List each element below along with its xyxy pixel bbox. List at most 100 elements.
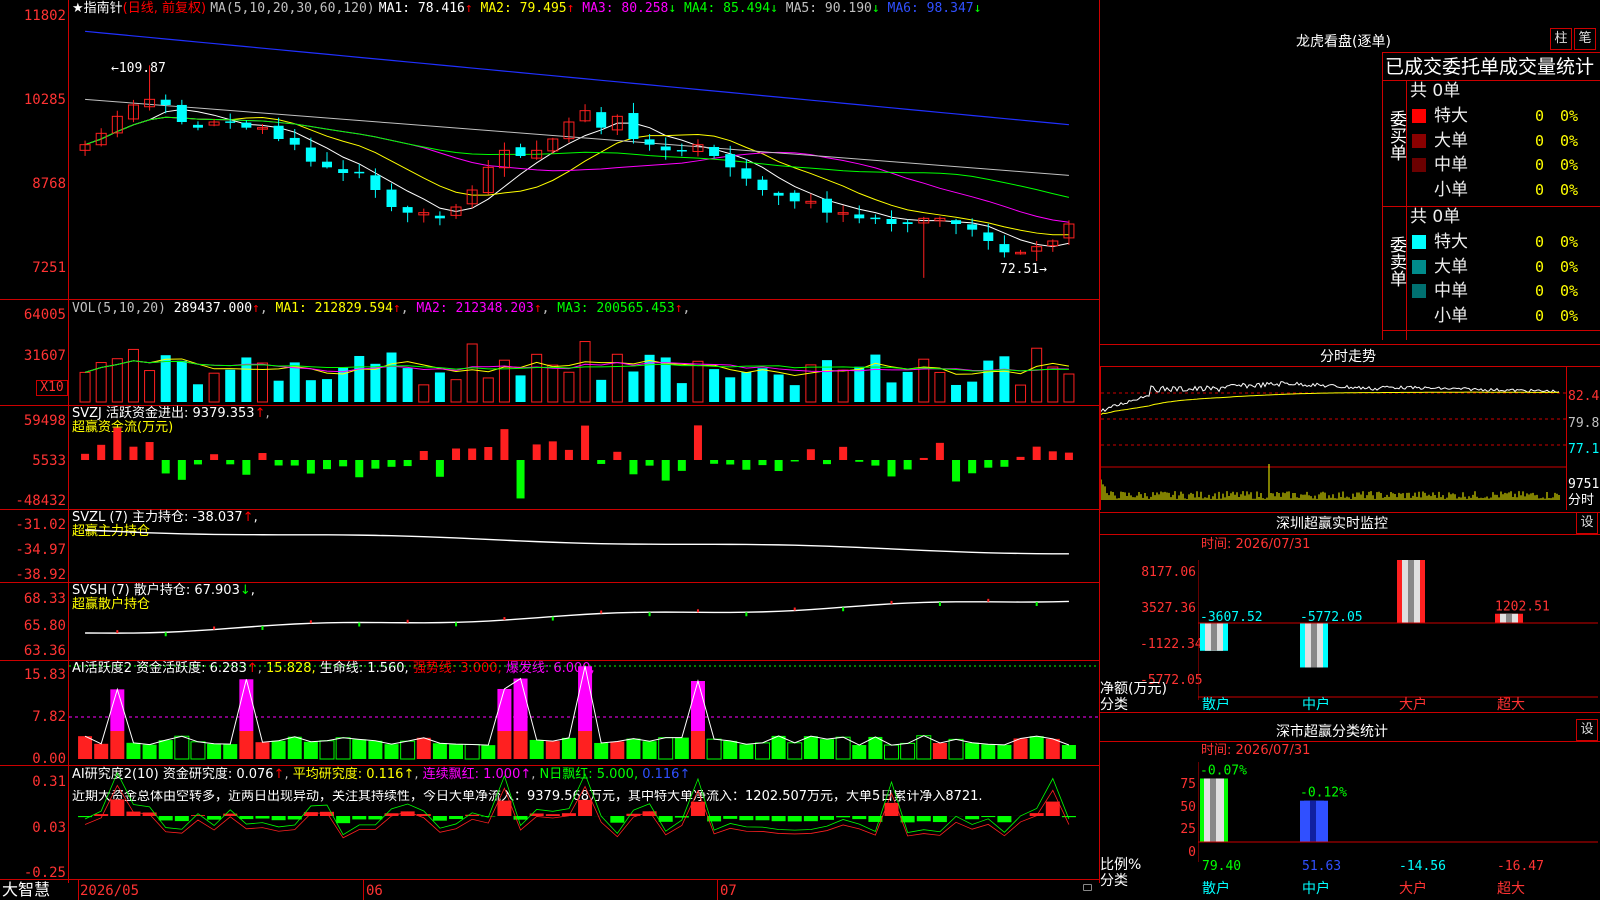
category-label: 散户 [1202, 881, 1230, 897]
x-axis-label: 2026/05 [80, 883, 140, 899]
sz-ratio-chart[interactable]: -0.07% -0.12% [1198, 762, 1598, 862]
flow-bar [903, 460, 912, 470]
ai1-y-label: 0.00 [32, 751, 66, 767]
star-icon[interactable]: ★ [72, 1, 84, 16]
research-bar [174, 816, 189, 822]
flow-bar [1016, 456, 1025, 460]
candle-body [854, 214, 865, 219]
sz-monitor-time: 时间: 2026/07/31 [1201, 537, 1311, 552]
ratio-top-label: -0.12% [1300, 786, 1347, 801]
right-panel: 龙虎看盘(逐单) 柱 笔 已成交委托单成交量统计 委买单 共 0单 特大 0 0% 大… [1100, 0, 1600, 900]
x-axis-label: 07 [720, 883, 737, 899]
flow-bar [839, 446, 848, 460]
lhb-header: 已成交委托单成交量统计 [1385, 56, 1595, 78]
volume-bar [563, 371, 575, 403]
flow-bar [855, 460, 864, 462]
activity-bar [1029, 736, 1044, 759]
activity-bar [158, 740, 173, 759]
activity-bar [965, 742, 980, 759]
candle-body [644, 139, 655, 145]
research-bar [255, 816, 270, 819]
flow-bar [516, 460, 525, 499]
ma-value: MA6: 98.347 [879, 1, 974, 16]
ma-params: MA(5,10,20,30,60,120) [210, 1, 375, 16]
sz-class-y-label: 50 [1180, 800, 1196, 815]
flow-bar [564, 449, 573, 460]
volume-bar [225, 369, 236, 402]
candle-body [515, 147, 526, 156]
category-label: 大户 [1399, 697, 1427, 713]
volume-bar [725, 377, 736, 402]
order-size-label: 大单 [1434, 130, 1468, 151]
volume-chart[interactable] [69, 316, 1099, 404]
candle-body [628, 113, 639, 139]
order-count: 0 [1534, 257, 1544, 276]
ai1-y-label: 7.82 [32, 709, 66, 725]
ai-activity-chart[interactable] [69, 661, 1099, 765]
fenshi-price-label: 77.11 [1568, 442, 1600, 457]
activity-bar [610, 741, 625, 759]
kline-period[interactable]: (日线, 前复权) [123, 1, 206, 16]
intraday-chart[interactable] [1101, 367, 1566, 510]
flow-bar [193, 460, 202, 465]
svzl-y-label: -31.02 [15, 517, 66, 533]
activity-bar [239, 679, 254, 731]
main-position-chart[interactable] [69, 510, 1099, 582]
volume-bar [611, 353, 623, 403]
color-swatch [1412, 109, 1426, 123]
activity-bar [449, 744, 464, 759]
net-amount-bar-shade [1408, 560, 1414, 623]
net-amount-bar-shade [1211, 623, 1217, 651]
ma-value: MA3: 80.258 [574, 1, 669, 16]
research-bar [94, 814, 109, 816]
svsh-y-label: 63.36 [23, 643, 66, 659]
sz-monitor-settings-button[interactable]: 设 [1576, 512, 1598, 534]
activity-bar [578, 731, 593, 759]
activity-bar [916, 735, 932, 760]
research-bar [190, 815, 205, 816]
research-bar [965, 816, 980, 820]
chart-area[interactable]: ★指南针(日线, 前复权) MA(5,10,20,30,60,120) MA1:… [0, 0, 1100, 900]
category-label: 超大 [1497, 881, 1525, 897]
candle-body [370, 175, 381, 190]
sz-net-amount-chart[interactable]: -3607.52-5772.058177.061202.51 [1198, 560, 1598, 700]
bar-view-button[interactable]: 柱 [1550, 28, 1572, 50]
research-bar [932, 816, 947, 823]
volume-bar [386, 352, 397, 402]
ma-line [84, 116, 1069, 236]
research-bar [771, 816, 786, 822]
flow-bar [532, 444, 541, 460]
retail-position-chart[interactable] [69, 583, 1099, 660]
ma-value: MA2: 79.495 [472, 1, 567, 16]
candle-body [192, 124, 203, 128]
flow-bar [677, 460, 686, 471]
lock-icon[interactable] [1083, 884, 1092, 891]
sz-monitor-y-label: 8177.06 [1141, 565, 1196, 580]
volume-bar [418, 384, 430, 403]
volume-bar [951, 384, 962, 402]
order-percent: 0% [1560, 282, 1579, 300]
fund-flow-chart[interactable] [69, 406, 1099, 509]
candle-body [822, 198, 832, 213]
svzl-y-label: -38.92 [15, 567, 66, 583]
activity-bar [723, 740, 738, 759]
sz-monitor-title: 深圳超赢实时监控 [1276, 516, 1388, 532]
flow-bar [403, 460, 412, 467]
flow-bar [758, 460, 767, 466]
candle-body [596, 112, 607, 128]
flow-bar [97, 444, 106, 460]
activity-bar [578, 666, 593, 731]
flow-bar [548, 441, 557, 460]
activity-bar [481, 745, 496, 759]
order-size-label: 大单 [1434, 256, 1468, 277]
tick-view-button[interactable]: 笔 [1574, 28, 1596, 50]
kline-chart[interactable] [69, 16, 1099, 298]
volume-bar [628, 371, 639, 402]
fenshi-price-label: 79.80 [1568, 416, 1600, 431]
flow-bar [726, 460, 735, 465]
ai-research-chart[interactable] [69, 766, 1099, 879]
research-bar [852, 816, 867, 820]
order-percent: 0% [1560, 257, 1579, 276]
sz-class-settings-button[interactable]: 设 [1576, 719, 1598, 741]
activity-bar [820, 739, 834, 759]
